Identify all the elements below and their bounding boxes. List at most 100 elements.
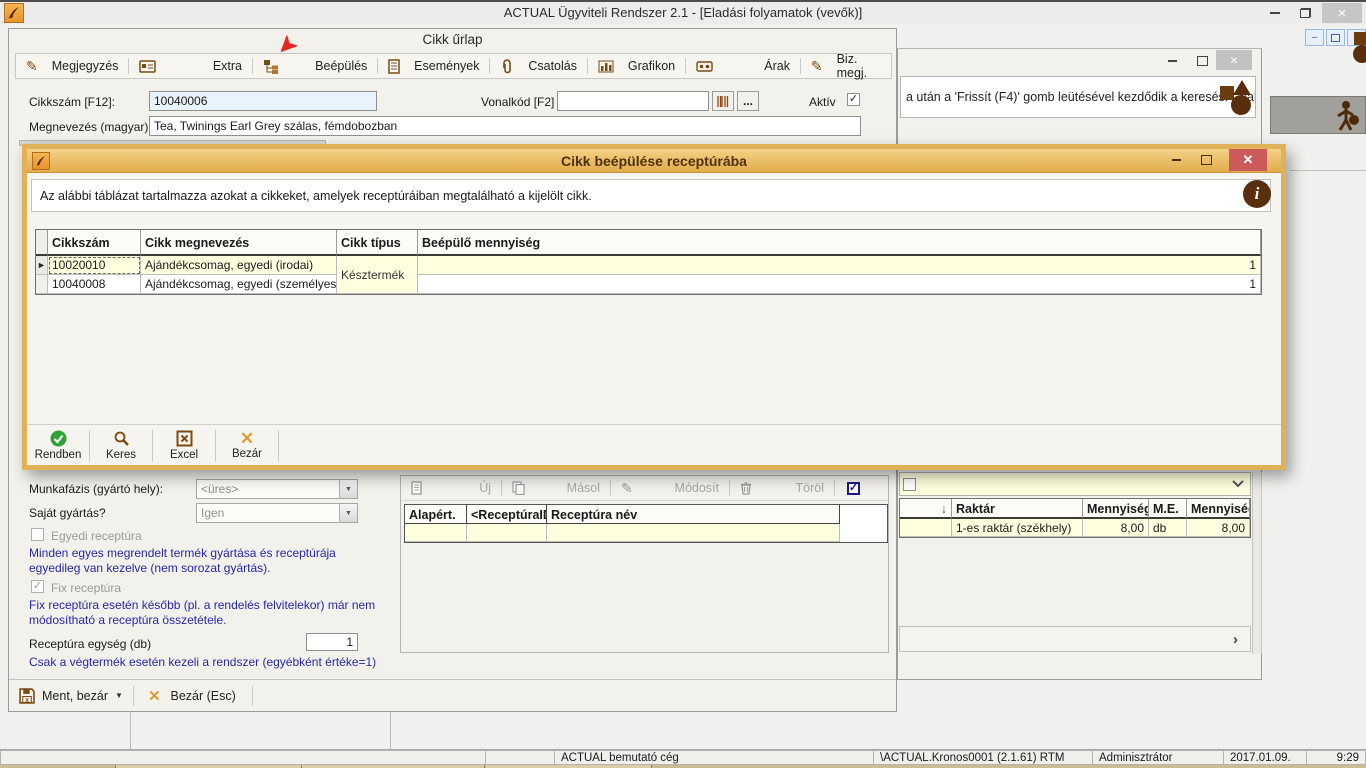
fix-receptura-hint: Fix receptúra esetén később (pl. a rende… [29,598,381,628]
stock-header-raktar[interactable]: Raktár [952,499,1083,519]
cikk-toolbar: ✎ Megjegyzés Extra Beépülés Események Cs [15,53,892,79]
dialog-header-megnevezes[interactable]: Cikk megnevezés [141,230,337,256]
close-x-icon: ✕ [148,687,161,705]
table-cell[interactable] [547,524,840,542]
dialog-header-mennyiseg[interactable]: Beépülő mennyiség [418,230,1261,256]
svg-text:x: x [25,697,29,704]
receptura-egyseg-label: Receptúra egység (db) [29,637,151,651]
pencil-icon: ✎ [26,58,38,75]
keres-button[interactable]: Keres [90,427,152,465]
status-server: \ACTUAL.Kronos0001 (2.1.61) RTM [873,750,1093,765]
note-icon [388,59,400,74]
stock-mennyiseg1-cell[interactable]: 8,00 [1083,519,1149,537]
expand-right-icon[interactable]: › [1233,631,1238,648]
row-selector-marker: ► [36,256,48,275]
vertical-scrollbar[interactable] [1252,472,1262,654]
sajat-gyartas-combo[interactable]: Igen ▼ [196,503,358,523]
dialog-minimize-button[interactable] [1163,149,1189,171]
save-floppy-icon: x [19,688,35,704]
toolbar-megjegyzes-button[interactable]: ✎ Megjegyzés [16,54,128,78]
stock-me-cell[interactable]: db [1149,519,1187,537]
bezar-esc-button[interactable]: ✕ Bezár (Esc) [138,683,246,709]
stock-sort-header[interactable]: ↓ [900,499,952,519]
aktiv-checkbox[interactable]: ✓ [847,93,860,106]
excel-icon [176,430,193,447]
status-user: Adminisztrátor [1092,750,1224,765]
receptura-filter-checkbox[interactable]: ✓ [847,482,860,495]
dialog-row1-megnevezes[interactable]: Ajándékcsomag, egyedi (irodai) [141,256,337,275]
toolbar-bizmegj-button[interactable]: ✎ Biz. megj. [801,54,891,78]
table-cell[interactable] [900,519,952,537]
new-doc-icon [411,481,422,495]
toolbar-arak-button[interactable]: Árak [686,54,800,78]
dialog-row2-megnevezes[interactable]: Ajándékcsomag, egyedi (személyes) [141,275,337,294]
megnevezes-label: Megnevezés (magyar): [29,120,152,134]
minimize-button[interactable] [1262,2,1288,24]
receptura-header-nev[interactable]: Receptúra név [547,505,840,524]
stock-mennyiseg2-cell[interactable]: 8,00 [1187,519,1250,537]
stock-hscroll-strip[interactable]: › [899,626,1251,652]
dialog-close-button[interactable]: ✕ [1229,149,1267,171]
stock-header-me[interactable]: M.E. [1149,499,1187,519]
chevron-down-icon[interactable] [1232,480,1244,488]
excel-button[interactable]: Excel [153,427,215,465]
dialog-maximize-button[interactable] [1193,149,1219,171]
dialog-row1-mennyiseg[interactable]: 1 [418,256,1261,275]
barcode-button[interactable] [712,91,734,111]
stock-raktar-cell[interactable]: 1-es raktár (székhely) [952,519,1083,537]
status-date: 2017.01.09. [1223,750,1307,765]
fix-receptura-checkbox[interactable]: ✓ [31,580,44,593]
browse-close-button[interactable]: × [1216,50,1252,70]
browse-maximize-button[interactable] [1190,52,1214,70]
receptura-modosit-button[interactable]: ✎ Módosít [611,476,729,500]
receptura-header-id[interactable]: <ReceptúraID [467,505,547,524]
dialog-row2-mennyiseg[interactable]: 1 [418,275,1261,294]
egyedi-receptura-checkbox[interactable] [31,528,44,541]
dialog-title-bar[interactable]: Cikk beépülése receptúrába ✕ [27,149,1281,173]
stock-filter-checkbox[interactable] [903,478,916,491]
munkafazis-combo[interactable]: <üres> ▼ [196,479,358,499]
receptura-masol-button[interactable]: Másol [502,476,610,500]
table-cell[interactable] [405,524,467,542]
stock-header-mennyiseg1[interactable]: Mennyiség [1083,499,1149,519]
receptura-uj-button[interactable]: Új [401,476,501,500]
screen: ACTUAL Ügyviteli Rendszer 2.1 - [Eladási… [0,0,1366,768]
dialog-row2-cikkszam[interactable]: 10040008 [48,275,141,294]
edit-pencil-icon: ✎ [621,480,633,497]
toolbar-extra-button[interactable]: Extra [129,54,252,78]
ment-bezar-button[interactable]: x Ment, bezár ▼ [9,683,133,709]
toolbar-grafikon-button[interactable]: Grafikon [588,54,685,78]
toolbar-beepules-button[interactable]: Beépülés [253,54,377,78]
browse-hint-box: a után a 'Frissít (F4)' gomb leütésével … [900,76,1256,118]
status-empty-2 [485,750,555,765]
vonalkod-more-button[interactable]: ... [737,91,759,111]
receptura-egyseg-input[interactable] [306,633,358,651]
main-window-title: ACTUAL Ügyviteli Rendszer 2.1 - [Eladási… [0,5,1366,20]
dialog-row1-cikkszam[interactable]: 10020010 [48,256,141,275]
receptura-panel: Új Másol ✎ Módosít Töröl ✓ [400,475,889,653]
rendben-button[interactable]: Rendben [27,427,89,465]
mdi-minimize-button[interactable]: – [1305,29,1324,46]
toolbar-esemenyek-button[interactable]: Események [378,54,489,78]
combo-arrow-icon: ▼ [339,504,357,522]
megnevezes-input[interactable] [149,116,861,136]
dialog-bezar-button[interactable]: ✕ Bezár [216,427,278,465]
dialog-header-tipus[interactable]: Cikk típus [337,230,418,256]
restore-button[interactable] [1292,2,1318,24]
stock-filter-row[interactable] [899,472,1251,496]
receptura-torol-button[interactable]: Töröl [730,476,834,500]
toolbar-csatolas-button[interactable]: Csatolás [490,54,587,78]
close-button[interactable]: × [1322,3,1362,23]
customer-person-icon[interactable] [1333,100,1361,135]
browse-minimize-button[interactable] [1160,52,1184,70]
copy-icon [512,481,525,495]
dialog-header-cikkszam[interactable]: Cikkszám [48,230,141,256]
vonalkod-input[interactable] [557,91,709,111]
cikkszam-input[interactable] [149,91,377,111]
stock-header-mennyiseg2[interactable]: Mennyiség [1187,499,1250,519]
table-cell[interactable] [467,524,547,542]
dialog-tipus-merged-cell[interactable]: Késztermék [337,256,418,294]
receptura-header-alapert[interactable]: Alapért. [405,505,467,524]
mdi-restore-button[interactable] [1326,29,1345,46]
chart-icon [598,60,614,73]
